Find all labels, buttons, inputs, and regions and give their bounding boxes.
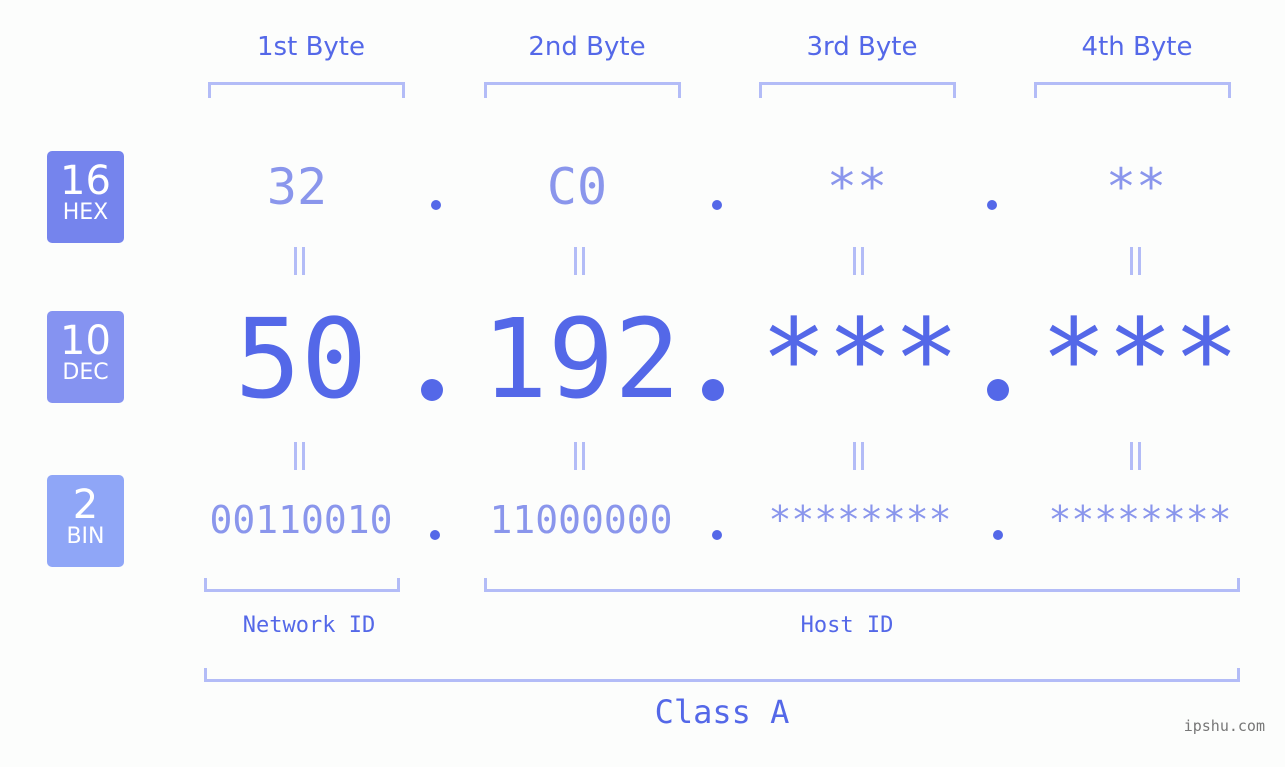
bin-badge: 2 BIN (47, 475, 124, 567)
hex-value-4: ** (1105, 158, 1167, 216)
byte-bracket-1 (208, 82, 405, 98)
network-id-bracket (204, 578, 400, 592)
bin-value-2: 11000000 (489, 498, 673, 542)
hex-badge-label: HEX (62, 200, 109, 225)
equals-icon (572, 442, 588, 470)
equals-icon (1128, 247, 1144, 275)
bin-value-4: ******** (1048, 498, 1232, 542)
hex-dot-1 (431, 200, 441, 210)
byte-label-2: 2nd Byte (528, 32, 646, 62)
dec-value-2: 192 (481, 295, 681, 423)
bin-dot-1 (430, 530, 440, 540)
hex-badge: 16 HEX (47, 151, 124, 243)
dec-value-1: 50 (234, 295, 368, 423)
watermark: ipshu.com (1183, 717, 1265, 735)
dec-dot-3 (987, 379, 1009, 401)
bin-dot-3 (993, 530, 1003, 540)
class-label: Class A (654, 693, 790, 731)
dec-badge-number: 10 (60, 318, 111, 364)
host-id-bracket (484, 578, 1240, 592)
equals-icon (572, 247, 588, 275)
byte-bracket-2 (484, 82, 681, 98)
hex-dot-2 (712, 200, 722, 210)
bin-value-3: ******** (768, 498, 952, 542)
hex-value-3: ** (826, 158, 888, 216)
equals-icon (1128, 442, 1144, 470)
class-bracket (204, 668, 1240, 682)
equals-icon (851, 247, 867, 275)
dec-value-4: *** (1040, 295, 1240, 423)
host-id-label: Host ID (800, 613, 894, 638)
hex-dot-3 (987, 200, 997, 210)
byte-label-1: 1st Byte (257, 32, 365, 62)
network-id-label: Network ID (242, 613, 376, 638)
hex-value-2: C0 (546, 158, 608, 216)
hex-badge-number: 16 (60, 158, 111, 204)
byte-label-4: 4th Byte (1081, 32, 1193, 62)
equals-icon (292, 247, 308, 275)
dec-value-3: *** (760, 295, 960, 423)
equals-icon (851, 442, 867, 470)
bin-dot-2 (712, 530, 722, 540)
dec-dot-2 (702, 379, 724, 401)
hex-value-1: 32 (266, 158, 328, 216)
byte-label-3: 3rd Byte (806, 32, 918, 62)
byte-bracket-4 (1034, 82, 1231, 98)
byte-bracket-3 (759, 82, 956, 98)
bin-value-1: 00110010 (209, 498, 393, 542)
dec-badge-label: DEC (62, 360, 109, 385)
bin-badge-label: BIN (66, 524, 105, 549)
dec-badge: 10 DEC (47, 311, 124, 403)
dec-dot-1 (421, 379, 443, 401)
bin-badge-number: 2 (72, 482, 99, 528)
equals-icon (292, 442, 308, 470)
